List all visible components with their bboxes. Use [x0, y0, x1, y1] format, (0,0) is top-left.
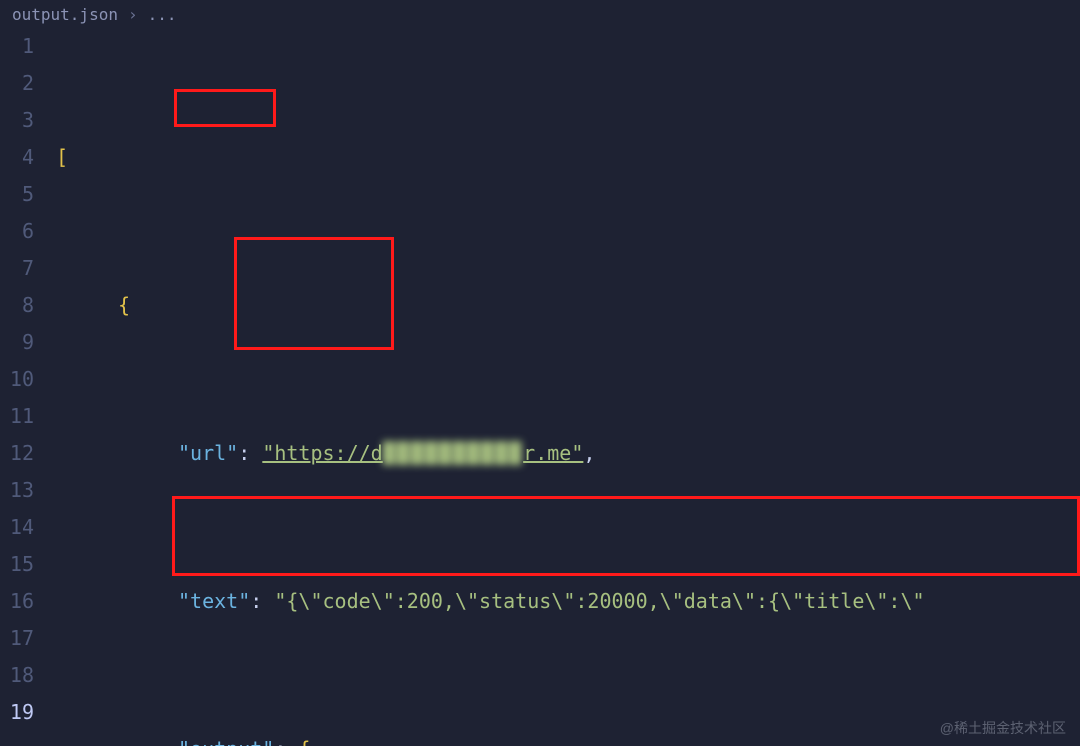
line-number: 18	[0, 657, 34, 694]
breadcrumb-file[interactable]: output.json	[12, 5, 118, 24]
json-string: "https://d	[262, 441, 382, 465]
line-number: 4	[0, 139, 34, 176]
json-key: "output"	[178, 737, 274, 746]
line-number: 11	[0, 398, 34, 435]
chevron-right-icon: ›	[128, 5, 138, 24]
line-number: 15	[0, 546, 34, 583]
line-number: 12	[0, 435, 34, 472]
line-number-gutter: 1 2 3 4 5 6 7 8 9 10 11 12 13 14 15 16 1…	[0, 28, 48, 746]
line-number: 1	[0, 28, 34, 65]
code-line[interactable]: "output": {	[48, 731, 1080, 746]
line-number: 19	[0, 694, 34, 731]
line-number: 14	[0, 509, 34, 546]
line-number: 2	[0, 65, 34, 102]
line-number: 13	[0, 472, 34, 509]
line-number: 16	[0, 583, 34, 620]
json-key: "text"	[178, 589, 250, 613]
json-key: "url"	[178, 441, 238, 465]
code-area[interactable]: [ { "url": "https://d██████████r.me", "t…	[48, 28, 1080, 746]
annotation-box	[172, 496, 1080, 576]
watermark-text: @稀土掘金技术社区	[940, 718, 1066, 738]
redacted-text: ██████████	[383, 435, 523, 472]
line-number: 3	[0, 102, 34, 139]
code-line[interactable]: "url": "https://d██████████r.me",	[48, 435, 1080, 472]
line-number: 7	[0, 250, 34, 287]
editor[interactable]: 1 2 3 4 5 6 7 8 9 10 11 12 13 14 15 16 1…	[0, 28, 1080, 746]
line-number: 5	[0, 176, 34, 213]
code-line[interactable]: {	[48, 287, 1080, 324]
line-number: 10	[0, 361, 34, 398]
json-string: "{\"code\":200,\"status\":20000,\"data\"…	[274, 589, 924, 613]
code-line[interactable]: "text": "{\"code\":200,\"status\":20000,…	[48, 583, 1080, 620]
breadcrumb-ellipsis[interactable]: ...	[148, 5, 177, 24]
annotation-box	[174, 89, 276, 127]
json-string: r.me"	[523, 441, 583, 465]
line-number: 6	[0, 213, 34, 250]
code-line[interactable]: [	[48, 139, 1080, 176]
line-number: 8	[0, 287, 34, 324]
breadcrumb[interactable]: output.json › ...	[0, 0, 1080, 28]
line-number: 17	[0, 620, 34, 657]
line-number: 9	[0, 324, 34, 361]
